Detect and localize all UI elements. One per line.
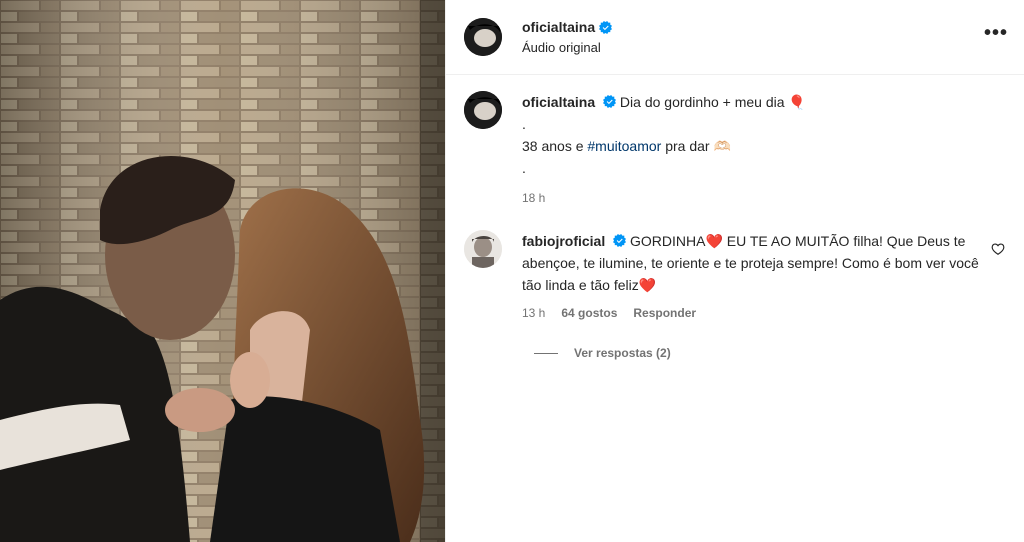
comment-avatar[interactable]	[464, 230, 502, 268]
caption-line3-after: pra dar 🫶🏻	[661, 138, 731, 154]
heart-outline-icon[interactable]	[991, 242, 1005, 256]
caption-avatar[interactable]	[464, 91, 502, 129]
more-options-icon[interactable]: •••	[984, 23, 1008, 43]
comment-meta: 13 h 64 gostos Responder	[522, 302, 992, 324]
heart-emoji: ❤️	[638, 277, 657, 293]
comment-username[interactable]: fabiojroficial	[522, 233, 605, 249]
avatar[interactable]	[464, 18, 502, 56]
avatar-image	[464, 230, 502, 268]
comment-text-part1: GORDINHA	[630, 233, 706, 249]
view-replies-button[interactable]: Ver respostas (2)	[534, 346, 671, 360]
verified-badge-icon	[599, 20, 613, 34]
comment-timestamp[interactable]: 13 h	[522, 302, 545, 324]
comment: fabiojroficial GORDINHA❤️ EU TE AO MUITÃ…	[464, 230, 1009, 324]
avatar-image	[464, 18, 502, 56]
caption-line3-before: 38 anos e	[522, 138, 588, 154]
caption-username[interactable]: oficialtaina	[522, 94, 595, 110]
caption-dot1: .	[522, 116, 526, 132]
post-modal: oficialtaina Áudio original ••• oficialt…	[0, 0, 1024, 542]
hashtag-link[interactable]: #muitoamor	[587, 138, 661, 154]
replies-divider	[534, 352, 558, 354]
post-sidebar: oficialtaina Áudio original ••• oficialt…	[445, 0, 1024, 542]
post-header: oficialtaina Áudio original •••	[446, 0, 1024, 75]
post-photo	[0, 0, 445, 542]
caption-timestamp[interactable]: 18 h	[522, 187, 806, 209]
view-replies-label[interactable]: Ver respostas (2)	[574, 346, 671, 360]
header-username-text[interactable]: oficialtaina	[522, 19, 595, 35]
caption-line1: Dia do gordinho + meu dia 🎈	[619, 94, 806, 110]
avatar-image	[464, 91, 502, 129]
post-caption: oficialtaina Dia do gordinho + meu dia 🎈…	[464, 91, 1004, 209]
verified-badge-icon	[613, 234, 627, 247]
header-username[interactable]: oficialtaina	[522, 19, 613, 35]
heart-emoji: ❤️	[705, 233, 723, 249]
reply-button[interactable]: Responder	[633, 302, 696, 324]
verified-badge-icon	[603, 95, 617, 108]
caption-dot2: .	[522, 160, 526, 176]
post-media[interactable]	[0, 0, 445, 542]
comment-likes[interactable]: 64 gostos	[561, 302, 617, 324]
audio-label[interactable]: Áudio original	[522, 40, 612, 55]
